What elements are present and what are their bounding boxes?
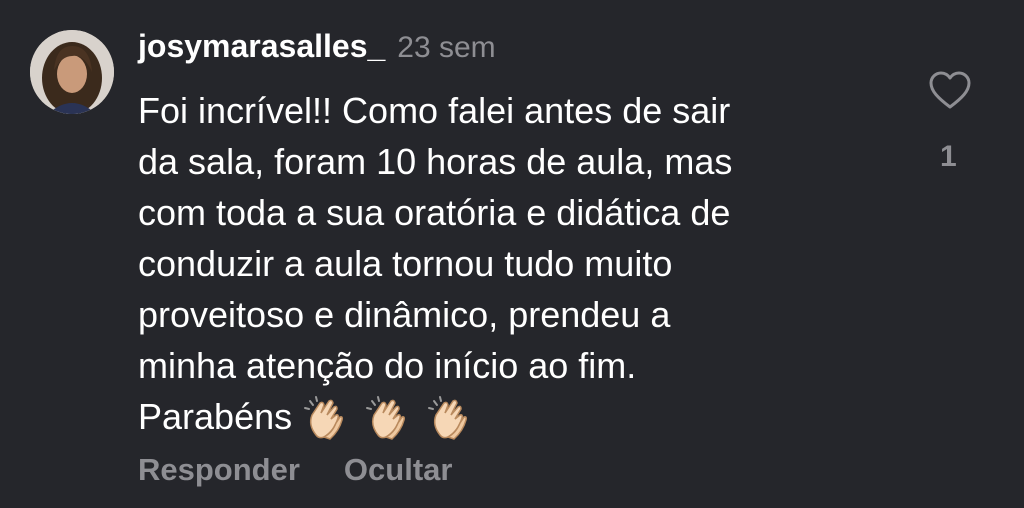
clapping-hands-icon <box>302 395 350 443</box>
comment-line: proveitoso e dinâmico, prendeu a <box>138 294 671 335</box>
comment-line: conduzir a aula tornou tudo muito <box>138 243 673 284</box>
username[interactable]: josymarasalles_ <box>138 28 385 65</box>
hide-button[interactable]: Ocultar <box>344 452 453 488</box>
comment-text: Foi incrível!! Como falei antes de sair … <box>138 85 883 443</box>
avatar[interactable] <box>30 30 114 114</box>
comment-header: josymarasalles_ 23 sem <box>138 28 496 65</box>
comment-line-text: Parabéns <box>138 396 293 437</box>
comment-line-last: Parabéns <box>138 391 883 443</box>
comment-line: com toda a sua oratória e didática de <box>138 192 731 233</box>
comment-line: minha atenção do início ao fim. <box>138 345 637 386</box>
heart-outline-icon[interactable] <box>928 70 972 110</box>
timestamp: 23 sem <box>397 31 496 64</box>
comment-line: da sala, foram 10 horas de aula, mas <box>138 141 733 182</box>
comment-actions: Responder Ocultar <box>138 452 452 488</box>
emoji-group <box>302 395 488 443</box>
reply-button[interactable]: Responder <box>138 452 300 488</box>
clapping-hands-icon <box>364 395 412 443</box>
clapping-hands-icon <box>426 395 474 443</box>
like-count[interactable]: 1 <box>940 140 957 174</box>
comment-line: Foi incrível!! Como falei antes de sair <box>138 90 731 131</box>
